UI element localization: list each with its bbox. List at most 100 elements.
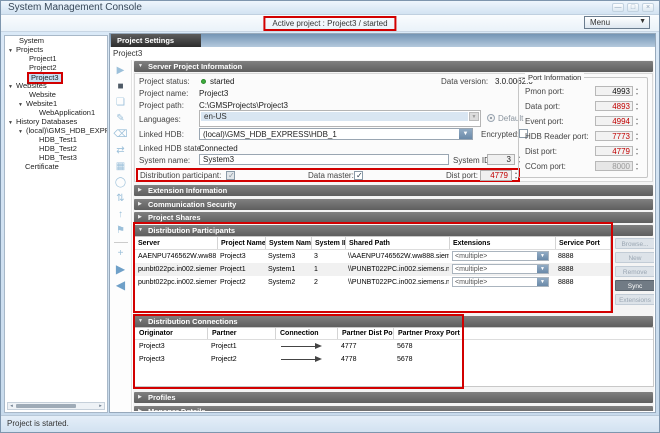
new-button[interactable]: New: [615, 252, 654, 263]
add-button[interactable]: +: [113, 247, 129, 260]
menu-dropdown[interactable]: Menu ▼: [584, 16, 650, 29]
tree-item-project1[interactable]: Project1: [5, 54, 107, 63]
column-header[interactable]: Extensions: [449, 237, 555, 249]
tree-item-hdb-test2[interactable]: HDB_Test2: [5, 144, 107, 153]
tree-item-project2[interactable]: Project2: [5, 63, 107, 72]
system-id-field[interactable]: 3: [487, 154, 515, 165]
spinner-icon[interactable]: [634, 161, 640, 171]
close-button[interactable]: ×: [642, 3, 654, 12]
sync-button[interactable]: Sync: [615, 280, 654, 291]
chevron-down-icon[interactable]: ▼: [537, 252, 548, 260]
dist-port-info-field[interactable]: 4779: [595, 146, 633, 156]
restore-button[interactable]: ◯: [113, 176, 129, 189]
spinner-icon[interactable]: [634, 101, 640, 111]
expand-arrow-icon[interactable]: ▼: [8, 47, 16, 56]
expand-arrow-icon[interactable]: ▼: [18, 101, 26, 110]
status-bar: Project is started.: [1, 415, 659, 432]
connection-row[interactable]: Project3Project147775678: [135, 340, 653, 353]
maximize-button[interactable]: □: [627, 3, 639, 12]
tree-item-system[interactable]: System: [5, 36, 107, 45]
scroll-left-icon[interactable]: ◂: [8, 403, 15, 409]
spinner-icon[interactable]: [634, 116, 640, 126]
spinner-icon[interactable]: [634, 86, 640, 96]
tree-item-local-hdb[interactable]: ▼(local)\GMS_HDB_EXPRES: [5, 126, 107, 135]
chevron-down-icon[interactable]: ▼: [459, 129, 472, 139]
browse-button[interactable]: Browse...: [615, 238, 654, 249]
pmon-port-field[interactable]: 4993: [595, 86, 633, 96]
spinner-icon[interactable]: [634, 146, 640, 156]
column-header[interactable]: System ID: [311, 237, 345, 249]
system-name-input[interactable]: System3: [199, 154, 449, 165]
participant-row[interactable]: punbt022pc.in002.siemens.netProject2Syst…: [135, 276, 610, 289]
column-header[interactable]: Connection: [275, 328, 337, 339]
data-port-field[interactable]: 4893: [595, 101, 633, 111]
next-button[interactable]: ▶: [113, 263, 129, 276]
upload-button[interactable]: ↑: [113, 208, 129, 221]
section-header-distribution-participants[interactable]: ▼ Distribution Participants: [134, 225, 653, 236]
tree-item-website[interactable]: Website: [5, 90, 107, 99]
data-master-checkbox[interactable]: [354, 171, 363, 180]
remove-button[interactable]: Remove: [615, 266, 654, 277]
distribution-participant-checkbox[interactable]: [226, 171, 235, 180]
tab-project-settings[interactable]: Project Settings: [111, 34, 201, 47]
section-header-server-project-info[interactable]: ▼ Server Project Information: [134, 61, 653, 72]
tree-horizontal-scrollbar[interactable]: ◂ ▸: [7, 402, 105, 410]
dist-port-field[interactable]: 4779: [480, 170, 512, 181]
minimize-button[interactable]: —: [612, 3, 624, 12]
scroll-right-icon[interactable]: ▸: [97, 403, 104, 409]
section-header-extension-information[interactable]: ▶ Extension Information: [134, 185, 653, 196]
column-header[interactable]: Partner Proxy Port: [393, 328, 463, 339]
tree-item-project3-selected[interactable]: Project3: [5, 72, 107, 81]
extensions-dropdown[interactable]: <multiple>▼: [452, 277, 549, 287]
spinner-icon[interactable]: [634, 131, 640, 141]
extensions-dropdown[interactable]: <multiple>▼: [452, 251, 549, 261]
linked-hdb-combobox[interactable]: (local)\GMS_HDB_EXPRESS\HDB_1 ▼: [199, 128, 473, 140]
tree-item-certificate[interactable]: Certificate: [5, 162, 107, 171]
notifications-button[interactable]: ⚑: [113, 224, 129, 237]
column-header[interactable]: Project Name: [217, 237, 265, 249]
participant-row[interactable]: punbt022pc.in002.siemens.netProject1Syst…: [135, 263, 610, 276]
chevron-down-icon[interactable]: ▼: [469, 112, 479, 121]
section-header-manager-details[interactable]: ▶ Manager Details: [134, 406, 653, 411]
section-header-project-shares[interactable]: ▶ Project Shares: [134, 212, 653, 223]
section-header-distribution-connections[interactable]: ▼ Distribution Connections: [134, 316, 653, 327]
tree-item-projects[interactable]: ▼Projects: [5, 45, 107, 54]
connection-row[interactable]: Project3Project247785678: [135, 353, 653, 366]
scrollbar-thumb[interactable]: [16, 404, 76, 408]
participant-row[interactable]: AAENPU746562W.ww88Project3System33\\AAEN…: [135, 250, 610, 263]
erase-project-button[interactable]: ⌫: [113, 128, 129, 141]
column-header[interactable]: Service Port: [555, 237, 604, 249]
tree-item-hdb-test3[interactable]: HDB_Test3: [5, 153, 107, 162]
previous-button[interactable]: ◀: [113, 279, 129, 292]
languages-listbox[interactable]: en-US ▼: [199, 110, 481, 127]
tree-item-history-databases[interactable]: ▼History Databases: [5, 117, 107, 126]
column-header[interactable]: Partner Dist Port: [337, 328, 393, 339]
section-header-communication-security[interactable]: ▶ Communication Security: [134, 199, 653, 210]
extensions-button[interactable]: Extensions: [615, 294, 654, 305]
event-port-field[interactable]: 4994: [595, 116, 633, 126]
expand-arrow-icon[interactable]: ▼: [8, 119, 16, 128]
stop-project-button[interactable]: ■: [113, 80, 129, 93]
ccom-port-field[interactable]: 8000: [595, 161, 633, 171]
tree-item-website1[interactable]: ▼Website1: [5, 99, 107, 108]
save-button[interactable]: ▦: [113, 160, 129, 173]
chevron-down-icon[interactable]: ▼: [537, 278, 548, 286]
start-project-button[interactable]: ▶: [113, 64, 129, 77]
upgrade-button[interactable]: ⇅: [113, 192, 129, 205]
edit-project-button[interactable]: ✎: [113, 112, 129, 125]
hdb-reader-port-field[interactable]: 7773: [595, 131, 633, 141]
language-item[interactable]: en-US: [201, 112, 468, 121]
column-header[interactable]: Originator: [135, 328, 207, 339]
expand-arrow-icon[interactable]: ▼: [18, 128, 26, 137]
expand-arrow-icon[interactable]: ▼: [8, 83, 16, 92]
extensions-dropdown[interactable]: <multiple>▼: [452, 264, 549, 274]
section-header-profiles[interactable]: ▶ Profiles: [134, 392, 653, 403]
default-language-radio[interactable]: [487, 114, 495, 122]
chevron-down-icon[interactable]: ▼: [537, 265, 548, 273]
new-project-button[interactable]: ❏: [113, 96, 129, 109]
column-header[interactable]: Server: [135, 237, 217, 249]
column-header[interactable]: Shared Path: [345, 237, 449, 249]
column-header[interactable]: System Name: [265, 237, 311, 249]
compare-button[interactable]: ⇄: [113, 144, 129, 157]
column-header[interactable]: Partner: [207, 328, 275, 339]
